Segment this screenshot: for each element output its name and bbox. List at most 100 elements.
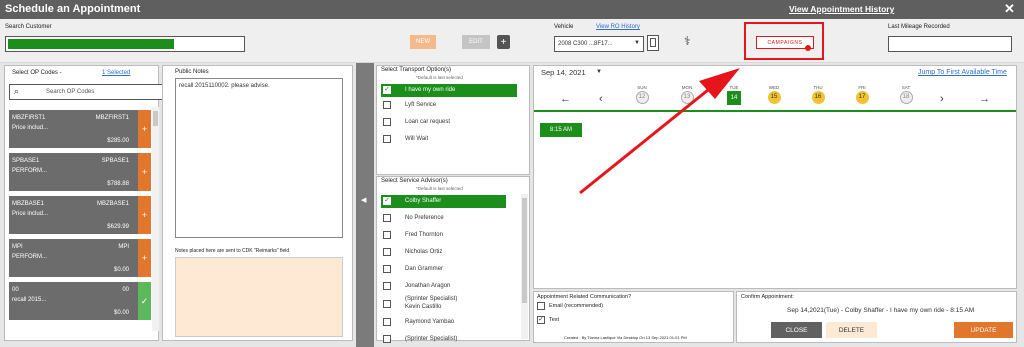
search-customer-input[interactable] (5, 36, 245, 52)
add-op-code-button[interactable]: + (138, 196, 151, 234)
op-code-right: MBZFIRST1 (95, 115, 129, 121)
calendar-day[interactable]: THU 16 (810, 85, 826, 104)
transport-option-label: I have my own ride (405, 87, 456, 93)
op-code-desc: recall 2015... (12, 297, 47, 303)
collapse-handle[interactable]: ◀ (356, 63, 374, 347)
transport-option[interactable]: Loan car request (381, 116, 517, 129)
email-checkbox[interactable] (537, 302, 545, 310)
day-number: 12 (635, 91, 649, 104)
transport-option[interactable]: Lyft Service (381, 99, 517, 112)
op-code-right: MPI (118, 244, 129, 250)
appointment-summary: Sep 14,2021(Tue) - Colby Shaffer - I hav… (787, 307, 975, 314)
add-op-code-button[interactable]: + (138, 239, 151, 277)
jump-first-available-link[interactable]: Jump To First Available Time (918, 69, 1007, 76)
advisor-option[interactable]: Dan Grammer (381, 263, 506, 276)
next-week-arrow-icon[interactable]: → (979, 93, 990, 105)
checkbox-icon (383, 318, 391, 326)
day-number: 15 (767, 91, 781, 104)
calendar-day[interactable]: SAT 18 (898, 85, 914, 104)
calendar-day-selected[interactable]: TUE 14 (726, 85, 742, 105)
close-icon[interactable]: ✕ (1004, 1, 1015, 17)
advisor-option[interactable]: Fred Thornton (381, 229, 506, 242)
advisor-option[interactable]: (Sprinter Specialist) Kevin Castillo (381, 295, 506, 313)
op-code-card[interactable]: MBZFIRST1 MBZFIRST1 Price includ... $285… (9, 110, 151, 148)
calendar-day[interactable]: MON 13 (679, 85, 695, 104)
view-ro-history-link[interactable]: View RO History (596, 24, 640, 30)
cdk-notes-textarea[interactable] (175, 257, 343, 337)
checkbox-checked-icon: ✓ (383, 197, 391, 205)
text-option-label: Text (549, 317, 560, 323)
add-document-icon[interactable]: + (497, 35, 510, 49)
new-button[interactable]: NEW (410, 35, 436, 49)
op-codes-search-placeholder: Search OP Codes (46, 89, 95, 95)
calendar-day[interactable]: WED 15 (766, 85, 782, 104)
advisor-scrollbar[interactable] (521, 194, 528, 339)
next-day-chevron-icon[interactable]: › (940, 93, 944, 105)
prev-day-chevron-icon[interactable]: ‹ (599, 93, 603, 105)
op-code: MBZBASE1 (12, 201, 45, 207)
delete-button[interactable]: DELETE (826, 322, 877, 338)
add-op-code-button[interactable]: + (138, 110, 151, 148)
op-code-right: MBZBASE1 (96, 201, 129, 207)
text-checkbox-checked[interactable]: ✓ (537, 316, 545, 324)
advisor-option-label: Dan Grammer (405, 266, 444, 272)
view-appointment-history-link[interactable]: View Appointment History (789, 4, 894, 14)
stethoscope-icon[interactable]: ⚕ (684, 34, 691, 48)
checkbox-icon (383, 118, 391, 126)
email-option-label: Email (recommended) (549, 303, 604, 309)
day-name: WED (768, 85, 780, 90)
advisor-label: Select Service Advisor(s) (381, 178, 448, 184)
advisor-option-label: Nicholas Ortiz (405, 249, 443, 255)
advisor-option[interactable]: No Preference (381, 212, 506, 225)
calendar-divider (534, 110, 1016, 112)
transport-label: Select Transport Option(s) (381, 67, 452, 73)
top-bar: Search Customer NEW EDIT + Vehicle View … (0, 19, 1024, 63)
day-name: MON (681, 85, 693, 90)
op-codes-search-input[interactable]: ⌕ Search OP Codes (9, 84, 163, 100)
advisor-option[interactable]: (Sprinter Specialist) (381, 333, 506, 345)
op-code-price: $788.88 (107, 181, 129, 187)
calendar-day[interactable]: SUN 12 (634, 85, 650, 104)
op-code-card[interactable]: 00 00 recall 2015... $0.00 ✓ (9, 282, 151, 320)
public-notes-label: Public Notes (175, 69, 209, 75)
advisor-option[interactable]: Jonathan Aragon (381, 280, 506, 293)
title-bar: Schedule an Appointment View Appointment… (0, 0, 1024, 19)
vehicle-select[interactable]: 2008 C300 ...8F17... ▼ (554, 36, 644, 52)
day-number: 17 (855, 91, 869, 104)
public-notes-text: recall 2015110002. please advise. (179, 83, 270, 89)
copy-icon[interactable] (647, 35, 659, 51)
advisor-option-label: Colby Shaffer (405, 198, 442, 204)
op-codes-selected-link[interactable]: 1 Selected (102, 70, 130, 76)
calendar-day[interactable]: FRI 17 (854, 85, 870, 104)
calendar-date-select[interactable]: Sep 14, 2021 (541, 68, 586, 77)
transport-option[interactable]: Will Wait (381, 133, 517, 146)
campaigns-highlight: CAMPAIGNS (744, 22, 824, 60)
day-number: 14 (727, 91, 741, 105)
edit-button[interactable]: EDIT (462, 35, 490, 49)
prev-week-arrow-icon[interactable]: ← (560, 93, 571, 105)
op-code-desc: Price includ... (12, 211, 49, 217)
chevron-left-icon: ◀ (361, 197, 367, 204)
time-slot-button[interactable]: 8:15 AM (540, 123, 582, 137)
op-code-card[interactable]: MPI MPI PERFORM... $0.00 + (9, 239, 151, 277)
mileage-input[interactable] (888, 36, 1012, 52)
communication-label: Appointment Related Communication? (537, 294, 632, 300)
selected-check-icon[interactable]: ✓ (138, 282, 151, 320)
advisor-option[interactable]: Raymond Yambao (381, 316, 506, 329)
checkbox-icon (383, 282, 391, 290)
update-button[interactable]: UPDATE (954, 322, 1013, 338)
close-button[interactable]: CLOSE (771, 322, 822, 338)
public-notes-textarea[interactable]: recall 2015110002. please advise. (175, 78, 343, 238)
transport-option[interactable]: ✓ I have my own ride (381, 84, 517, 97)
add-op-code-button[interactable]: + (138, 153, 151, 191)
chevron-down-icon[interactable]: ▼ (596, 69, 602, 75)
op-code-price: $629.99 (107, 224, 129, 230)
checkbox-icon (383, 101, 391, 109)
day-name: FRI (858, 85, 866, 90)
advisor-option[interactable]: ✓ Colby Shaffer (381, 195, 506, 208)
op-codes-scrollbar[interactable] (152, 107, 159, 331)
op-code-card[interactable]: MBZBASE1 MBZBASE1 Price includ... $629.9… (9, 196, 151, 234)
op-code-card[interactable]: SPBASE1 SPBASE1 PERFORM... $788.88 + (9, 153, 151, 191)
op-code-price: $0.00 (113, 310, 129, 316)
advisor-option[interactable]: Nicholas Ortiz (381, 246, 506, 259)
